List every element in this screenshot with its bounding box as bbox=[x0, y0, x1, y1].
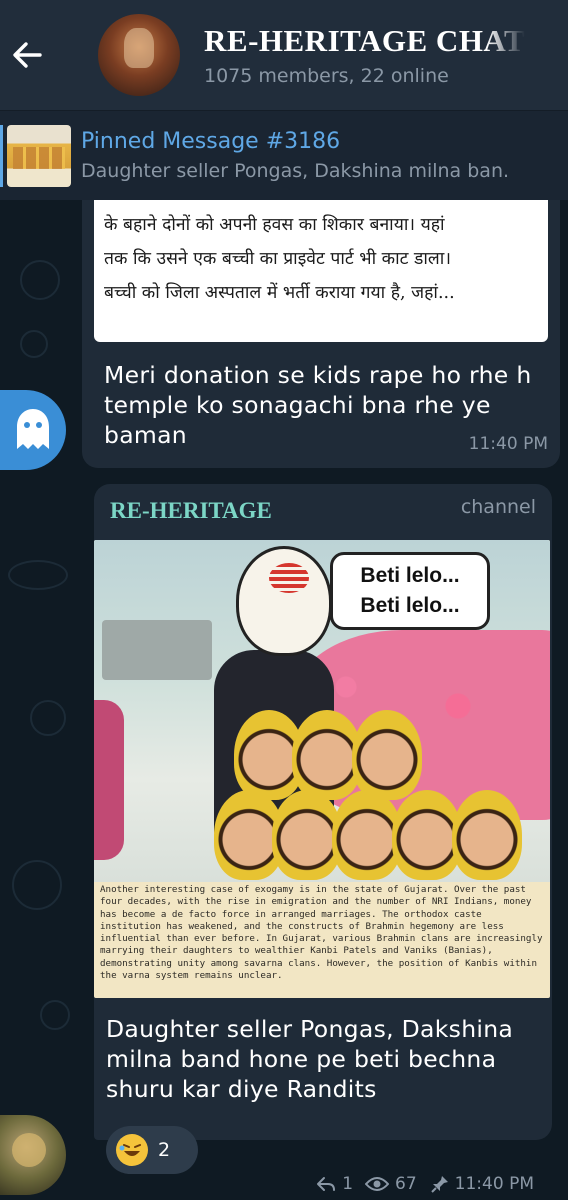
group-avatar[interactable] bbox=[98, 14, 180, 96]
troll-face bbox=[236, 546, 332, 656]
planter bbox=[102, 620, 212, 680]
ghost-icon bbox=[17, 409, 49, 449]
speech-line: Beti lelo... bbox=[360, 594, 460, 617]
pinned-preview: Daughter seller Pongas, Dakshina milna b… bbox=[81, 160, 510, 182]
message-text: Daughter seller Pongas, Dakshina milna b… bbox=[106, 1015, 514, 1103]
quoted-line: के बहाने दोनों को अपनी हवस का शिकार बनाय… bbox=[104, 215, 445, 235]
channel-post-bubble[interactable]: RE-HERITAGE channel Beti lelo... Beti le… bbox=[94, 484, 552, 1194]
woman-figure bbox=[452, 790, 522, 880]
speech-bubble: Beti lelo... Beti lelo... bbox=[330, 552, 490, 630]
pinned-indicator bbox=[0, 124, 3, 187]
pinned-message-bar[interactable]: Pinned Message #3186 Daughter seller Pon… bbox=[0, 110, 568, 200]
reply-count: 1 bbox=[342, 1174, 354, 1194]
chat-title: RE-HERITAGE CHAT bbox=[204, 23, 526, 58]
message-bubble[interactable]: के बहाने दोनों को अपनी हवस का शिकार बनाय… bbox=[82, 200, 560, 468]
message-time: 11:40 PM bbox=[454, 1174, 534, 1194]
rofl-emoji-icon bbox=[116, 1134, 148, 1166]
meme-image[interactable]: Beti lelo... Beti lelo... Another intere… bbox=[94, 540, 550, 998]
quoted-line: तक कि उसने एक बच्ची का प्राइवेट पार्ट भी… bbox=[104, 249, 451, 269]
flower-bed bbox=[94, 700, 124, 860]
message-meta: 1 67 11:40 PM bbox=[316, 1174, 534, 1194]
message-time: 11:40 PM bbox=[468, 434, 548, 454]
pinned-thumbnail bbox=[7, 124, 71, 187]
chat-header: RE-HERITAGE CHAT 1075 members, 22 online bbox=[0, 0, 568, 110]
header-info[interactable]: RE-HERITAGE CHAT 1075 members, 22 online bbox=[204, 23, 525, 87]
women-group bbox=[214, 710, 544, 882]
eye-icon bbox=[365, 1177, 390, 1191]
member-count: 1075 members, 22 online bbox=[204, 65, 449, 87]
woman-figure bbox=[352, 710, 422, 800]
quoted-line: बच्ची को जिला अस्पताल में भर्ती कराया गय… bbox=[104, 283, 455, 303]
pin-icon bbox=[430, 1176, 448, 1193]
meme-scene: Beti lelo... Beti lelo... bbox=[94, 540, 550, 882]
channel-tag: channel bbox=[460, 496, 536, 518]
back-button[interactable] bbox=[0, 28, 54, 82]
meme-caption: Another interesting case of exogamy is i… bbox=[100, 884, 543, 982]
speech-line: Beti lelo... bbox=[360, 564, 460, 587]
reaction-chip[interactable]: 2 bbox=[106, 1126, 198, 1174]
reaction-count: 2 bbox=[158, 1139, 171, 1161]
arrow-left-icon bbox=[13, 42, 42, 68]
pinned-title: Pinned Message #3186 bbox=[81, 129, 341, 154]
view-count: 67 bbox=[395, 1174, 417, 1194]
quoted-image-text[interactable]: के बहाने दोनों को अपनी हवस का शिकार बनाय… bbox=[94, 200, 548, 342]
reply-icon bbox=[317, 1177, 336, 1191]
channel-name[interactable]: RE-HERITAGE bbox=[110, 498, 272, 524]
